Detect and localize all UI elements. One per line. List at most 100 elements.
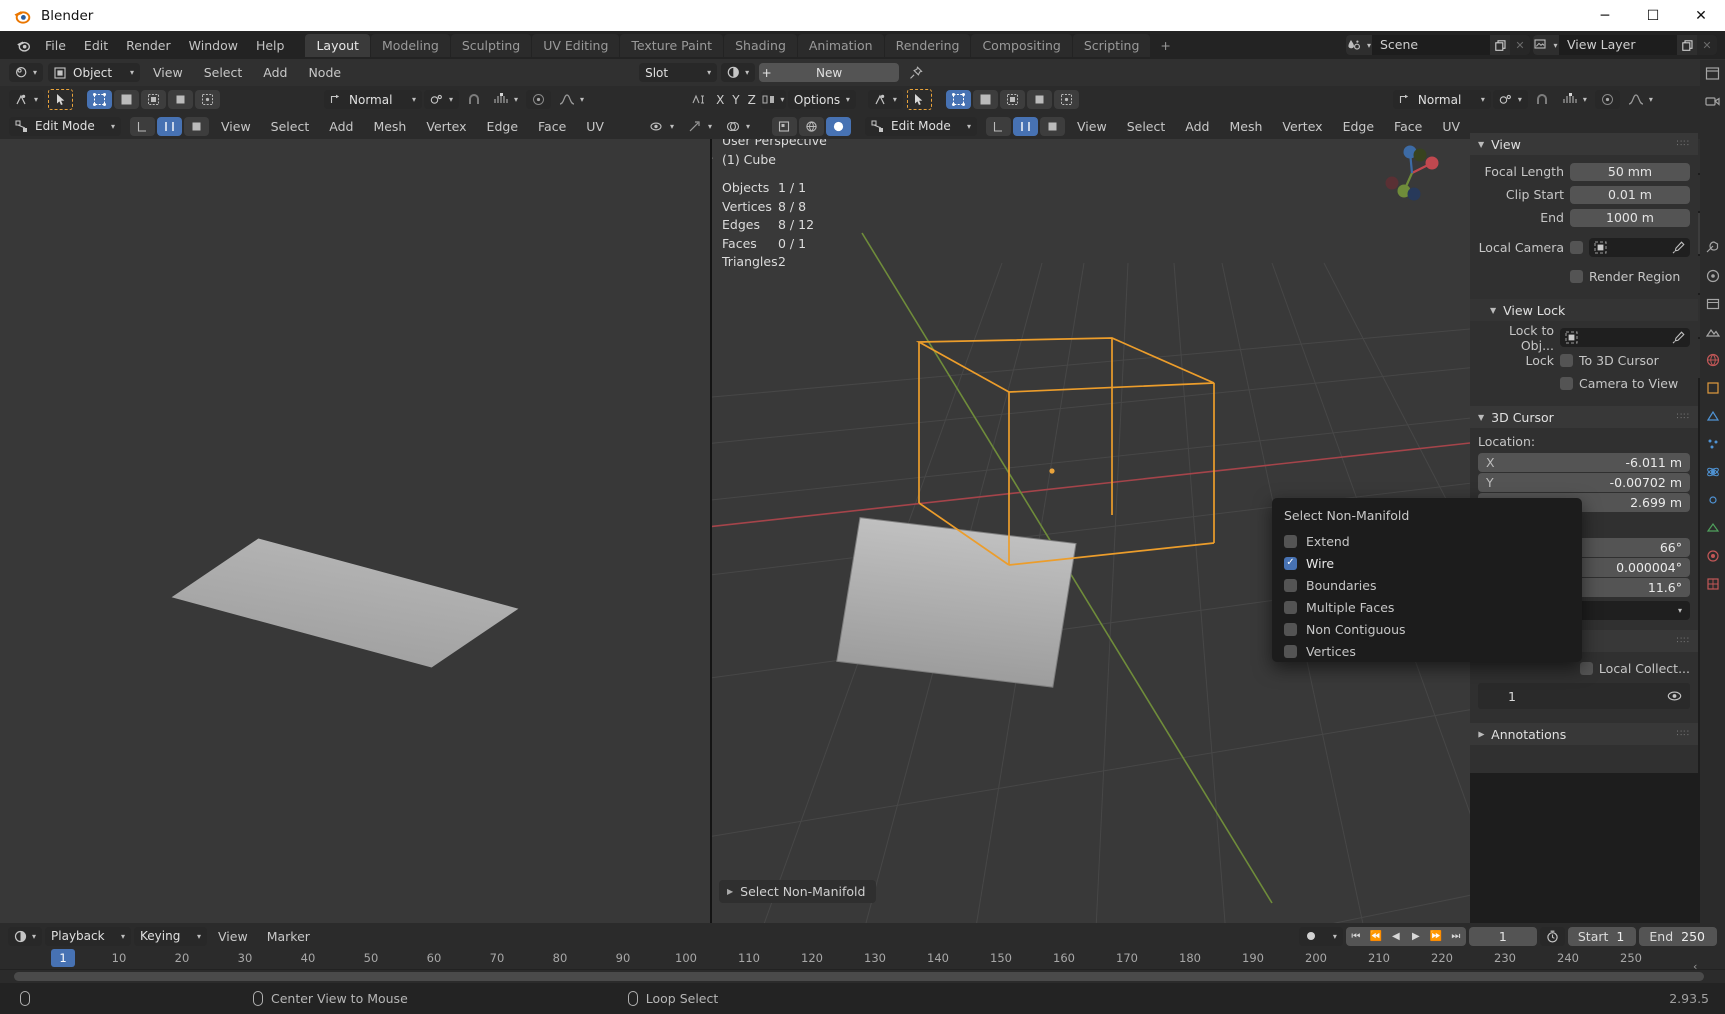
node-menu-add[interactable]: Add bbox=[255, 62, 295, 83]
menu-file[interactable]: File bbox=[36, 35, 75, 56]
eye-icon[interactable] bbox=[1667, 690, 1682, 702]
workspace-tab-modeling[interactable]: Modeling bbox=[370, 33, 450, 57]
uv-axis-y[interactable]: Y bbox=[729, 90, 742, 109]
select-non-manifold-popup[interactable]: Select Non-Manifold Extend ✓ Wire Bounda… bbox=[1272, 498, 1582, 662]
uv-gizmo-icon[interactable]: ▾ bbox=[682, 117, 718, 136]
view3d-select-invert-icon[interactable] bbox=[1026, 90, 1052, 109]
node-menu-view[interactable]: View bbox=[145, 62, 191, 83]
panel-header-annotations[interactable]: ▼ Annotations ∷∷ bbox=[1470, 723, 1698, 745]
view3d-magnet-icon[interactable] bbox=[1530, 90, 1555, 109]
editor-type-icon[interactable] bbox=[1703, 64, 1722, 83]
viewport-toolbar-toggle-icon[interactable]: ‹› bbox=[712, 151, 713, 166]
lock-camera-to-view-checkbox[interactable] bbox=[1560, 377, 1573, 390]
annotations-panel-drag-dots-icon[interactable]: ∷∷ bbox=[1677, 729, 1690, 739]
uv-menu-edge[interactable]: Edge bbox=[479, 116, 526, 137]
node-menu-select[interactable]: Select bbox=[196, 62, 251, 83]
uv-sidebar-toggle-icon[interactable]: › bbox=[0, 138, 1, 152]
output-properties-icon[interactable] bbox=[1703, 294, 1722, 313]
view3d-menu-mesh[interactable]: Mesh bbox=[1221, 116, 1270, 137]
popup-option-extend[interactable]: Extend bbox=[1272, 530, 1582, 552]
focal-length-value[interactable]: 50 mm bbox=[1570, 162, 1690, 181]
uv-select-vertex-icon[interactable] bbox=[87, 90, 113, 109]
world-properties-icon[interactable] bbox=[1703, 350, 1722, 369]
uv-menu-select[interactable]: Select bbox=[263, 116, 318, 137]
uv-display-uv-icon[interactable] bbox=[799, 116, 825, 136]
boundaries-checkbox[interactable] bbox=[1284, 578, 1297, 592]
view3d-select-box-icon[interactable] bbox=[945, 90, 971, 109]
uv-uv-sync-icon[interactable] bbox=[686, 90, 711, 109]
uv-mirror-icon[interactable]: ▾ bbox=[760, 90, 786, 109]
timeline-editor-type-icon[interactable]: ▾ bbox=[8, 926, 43, 946]
auto-keying-toggle[interactable]: ▾ bbox=[1298, 926, 1343, 946]
uv-axis-x[interactable]: X bbox=[713, 90, 727, 109]
view3d-menu-vertex[interactable]: Vertex bbox=[1274, 116, 1330, 137]
maximize-button[interactable]: ☐ bbox=[1629, 0, 1677, 31]
workspace-tab-animation[interactable]: Animation bbox=[797, 33, 884, 57]
local-camera-checkbox[interactable] bbox=[1570, 241, 1583, 254]
uv-proportional-editing-icon[interactable]: ▾ bbox=[488, 90, 524, 109]
view3d-select-subtract-icon[interactable] bbox=[999, 90, 1025, 109]
next-keyframe-button[interactable]: ⏩ bbox=[1425, 926, 1446, 946]
view3d-proportional-editing-icon[interactable]: ▾ bbox=[1557, 90, 1593, 109]
workspace-tab-uv-editing[interactable]: UV Editing bbox=[532, 33, 620, 57]
view3d-menu-uv[interactable]: UV bbox=[1434, 116, 1468, 137]
frame-start-field[interactable]: Start 1 bbox=[1567, 926, 1637, 946]
collection-list-row[interactable]: 1 bbox=[1478, 683, 1690, 709]
uv-snap-target-icon[interactable]: ▾ bbox=[424, 90, 460, 109]
delete-scene-button[interactable]: ✕ bbox=[1510, 35, 1530, 55]
node-context-selector[interactable]: Object ▾ bbox=[48, 63, 141, 82]
render-region-checkbox[interactable] bbox=[1570, 270, 1583, 283]
particles-properties-icon[interactable] bbox=[1703, 434, 1722, 453]
pin-icon[interactable] bbox=[903, 63, 928, 82]
jump-to-start-button[interactable]: ⏮ bbox=[1345, 926, 1366, 946]
menu-help[interactable]: Help bbox=[247, 35, 294, 56]
camera-icon[interactable] bbox=[1703, 92, 1722, 111]
panel-header-view[interactable]: ▼ View ∷∷ bbox=[1470, 133, 1698, 155]
timeline-keying-menu[interactable]: Keying ▾ bbox=[134, 926, 208, 946]
close-button[interactable]: ✕ bbox=[1677, 0, 1725, 31]
uv-menu-add[interactable]: Add bbox=[321, 116, 361, 137]
view3d-transform-orientation[interactable]: Normal ▾ bbox=[1392, 90, 1491, 109]
uv-visibility-icon[interactable]: ▾ bbox=[644, 117, 680, 136]
scene-name[interactable]: Scene bbox=[1372, 35, 1490, 55]
cursor-panel-drag-dots-icon[interactable]: ∷∷ bbox=[1677, 412, 1690, 422]
popup-option-boundaries[interactable]: Boundaries bbox=[1272, 574, 1582, 596]
uv-menu-view[interactable]: View bbox=[213, 116, 259, 137]
uv-magnet-icon[interactable] bbox=[461, 90, 486, 109]
use-preview-range-icon[interactable] bbox=[1539, 926, 1565, 946]
tool-wrench-icon[interactable] bbox=[1703, 238, 1722, 257]
uv-menu-uv[interactable]: UV bbox=[578, 116, 612, 137]
new-view-layer-button[interactable] bbox=[1677, 35, 1697, 55]
timeline-view-menu[interactable]: View bbox=[210, 926, 256, 947]
data-properties-icon[interactable] bbox=[1703, 518, 1722, 537]
mesh-select-vertex-icon[interactable] bbox=[986, 116, 1012, 136]
collections-panel-drag-dots-icon[interactable]: ∷∷ bbox=[1677, 636, 1690, 646]
panel-drag-dots-icon[interactable]: ∷∷ bbox=[1677, 139, 1690, 149]
view3d-menu-edge[interactable]: Edge bbox=[1335, 116, 1382, 137]
popup-option-wire[interactable]: ✓ Wire bbox=[1272, 552, 1582, 574]
minimize-button[interactable]: ─ bbox=[1581, 0, 1629, 31]
uv-axis-z[interactable]: Z bbox=[745, 90, 759, 109]
uv-select-edge-icon[interactable] bbox=[114, 90, 140, 109]
menu-edit[interactable]: Edit bbox=[75, 35, 117, 56]
jump-to-end-button[interactable]: ⏭ bbox=[1445, 926, 1466, 946]
view3d-falloff-curve-icon[interactable]: ▾ bbox=[1622, 90, 1659, 109]
add-workspace-button[interactable]: + bbox=[1151, 34, 1179, 57]
view3d-active-tool-icon[interactable]: ▾ bbox=[867, 90, 903, 109]
workspace-tab-sculpting[interactable]: Sculpting bbox=[450, 33, 532, 57]
uv-mesh-select-vertex-icon[interactable] bbox=[130, 116, 155, 136]
uv-select-sticky-icon[interactable] bbox=[195, 90, 221, 109]
uv-overlays-icon[interactable]: ▾ bbox=[720, 117, 756, 136]
delete-view-layer-button[interactable]: ✕ bbox=[1697, 35, 1717, 55]
uv-menu-vertex[interactable]: Vertex bbox=[418, 116, 474, 137]
uv-transform-orientation[interactable]: Normal ▾ bbox=[324, 90, 423, 109]
mesh-select-edge-icon[interactable] bbox=[1013, 116, 1039, 136]
lock-object-eyedropper-icon[interactable] bbox=[1672, 331, 1685, 344]
play-button[interactable]: ▶ bbox=[1405, 926, 1426, 946]
wire-checkbox[interactable]: ✓ bbox=[1284, 556, 1297, 570]
node-menu-node[interactable]: Node bbox=[300, 62, 349, 83]
lock-to-object-field[interactable] bbox=[1560, 328, 1690, 347]
physics-properties-icon[interactable] bbox=[1703, 462, 1722, 481]
uv-falloff-curve-icon[interactable]: ▾ bbox=[553, 90, 590, 109]
scene-selector[interactable]: ▾ Scene ✕ bbox=[1346, 35, 1530, 55]
